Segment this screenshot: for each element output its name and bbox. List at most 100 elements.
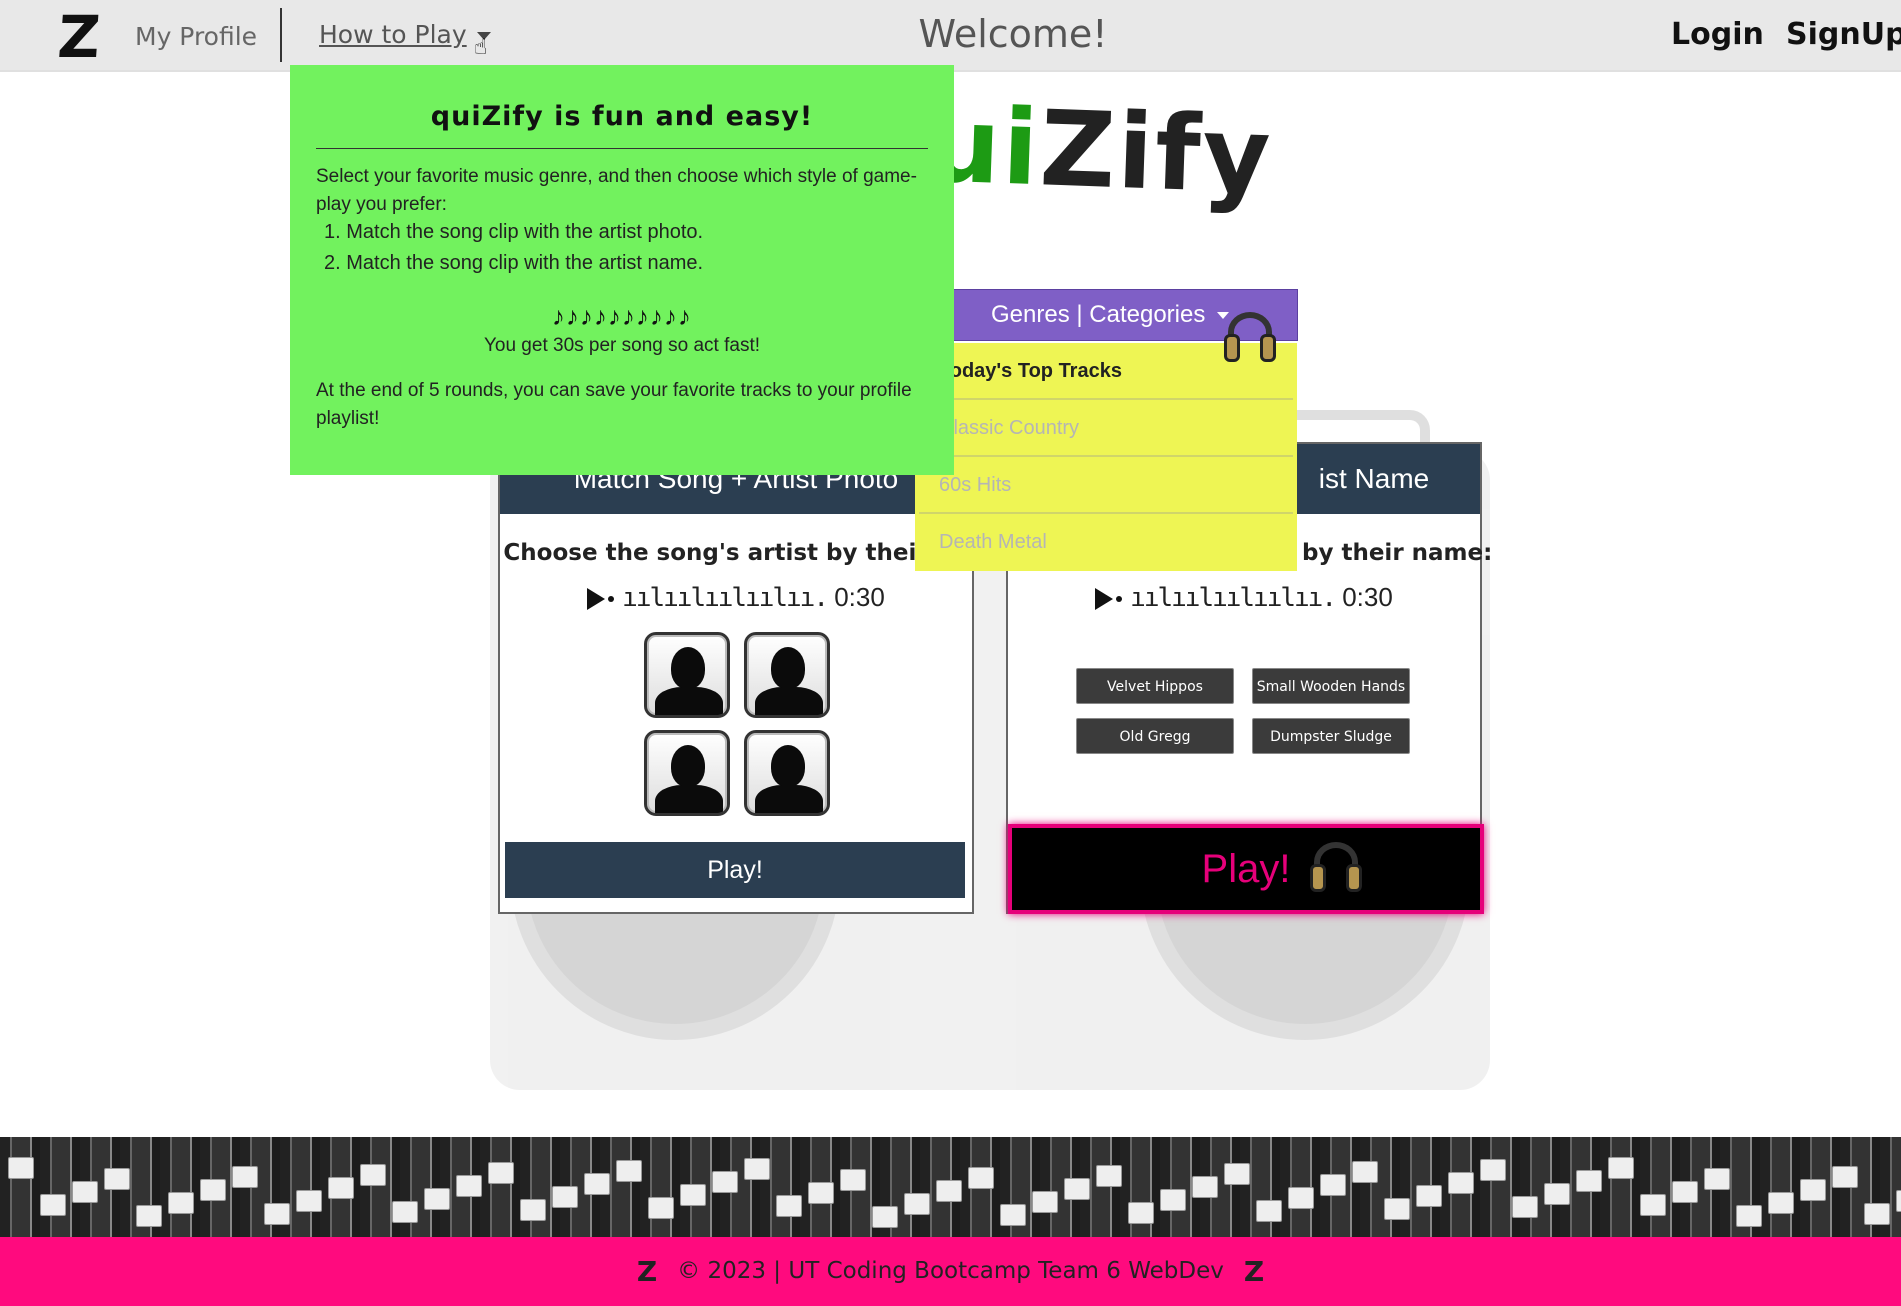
artist-name-option[interactable]: Velvet Hippos [1076,668,1234,704]
fader-knob [1672,1181,1698,1203]
fader-knob [1832,1166,1858,1188]
play-photo-game-button[interactable]: Play! [505,842,965,898]
how-to-play-divider [316,148,928,149]
silhouette-head [671,745,705,787]
fader-knob [1576,1170,1602,1192]
artist-name-option[interactable]: Old Gregg [1076,718,1234,754]
fader-knob [72,1181,98,1203]
play-name-game-button[interactable]: Play! [1008,824,1484,914]
fader-knob [1128,1202,1154,1224]
how-to-play-title: quiZify is fun and easy! [430,101,814,132]
signup-link[interactable]: SignUp [1786,17,1901,52]
fader-knob [1896,1190,1901,1212]
audio-player[interactable]: ıılıılıılıılıı. 0:30 [1008,582,1480,613]
silhouette-shoulders [755,785,823,813]
fader-knob [936,1180,962,1202]
fader-knob [1544,1183,1570,1205]
fader-knob [552,1186,578,1208]
audio-time: 0:30 [1342,582,1393,612]
fader-knob [744,1158,770,1180]
fader-knob [8,1157,34,1179]
match-photo-card: Match Song + Artist Photo Choose the son… [498,442,974,914]
fader-knob [296,1190,322,1212]
fader-knob [1288,1187,1314,1209]
fader-knob [616,1160,642,1182]
fader-knob [488,1162,514,1184]
footer-text: © 2023 | UT Coding Bootcamp Team 6 WebDe… [677,1258,1224,1284]
genre-item-death-metal[interactable]: Death Metal [919,514,1293,571]
fader-knob [776,1195,802,1217]
fader-knob [1800,1179,1826,1201]
genre-item-classic-country[interactable]: Classic Country [919,400,1293,457]
music-notes-icon: ♪♪♪♪♪♪♪♪♪♪ [552,301,692,331]
waveform: ıılıılıılıılıı. [622,583,829,613]
headphones-icon [1308,840,1364,896]
artist-photo-option[interactable] [644,730,730,816]
fader-knob [968,1167,994,1189]
headphone-cup [1260,334,1276,362]
fader-knob [680,1184,706,1206]
fader-knob [104,1168,130,1190]
fader-knob [1768,1192,1794,1214]
fader-knob [1032,1191,1058,1213]
play-name-label: Play! [1201,847,1291,891]
fader-knob [1352,1161,1378,1183]
how-to-play-step: 2. Match the song clip with the artist n… [324,252,704,274]
fader-knob [456,1175,482,1197]
play-icon[interactable] [587,588,606,611]
fader-knob [904,1193,930,1215]
fader-knob [264,1203,290,1225]
fader-knob [200,1179,226,1201]
fader-knob [1320,1174,1346,1196]
fader-knob [1224,1163,1250,1185]
fader-knob [1160,1189,1186,1211]
footer-logo-left: Z [636,1255,658,1288]
fader-knob [648,1197,674,1219]
genre-item-60s-hits[interactable]: 60s Hits [919,457,1293,514]
artist-photo-grid [644,632,844,816]
fader-knob [1704,1168,1730,1190]
fader-knob [1864,1203,1890,1225]
how-to-play-steps: 1. Match the song clip with the artist p… [324,217,703,279]
fader-knob [392,1201,418,1223]
fader-knob [424,1188,450,1210]
how-to-play-intro: Select your favorite music genre, and th… [316,166,917,215]
artist-photo-option[interactable] [744,730,830,816]
headphone-cup [1310,864,1326,892]
artist-photo-option[interactable] [744,632,830,718]
fader-knob [360,1164,386,1186]
artist-photo-option[interactable] [644,632,730,718]
welcome-text: Welcome! [918,12,1108,56]
playhead-dot [608,596,615,603]
silhouette-shoulders [655,785,723,813]
audio-player[interactable]: ıılıılıılıılıı. 0:30 [500,582,972,613]
audio-time: 0:30 [834,582,885,612]
artist-name-option[interactable]: Dumpster Sludge [1252,718,1410,754]
fader-knob [1096,1165,1122,1187]
how-to-play-panel: quiZify is fun and easy! Select your fav… [290,65,954,475]
fader-knob [1384,1198,1410,1220]
silhouette-shoulders [755,687,823,715]
artist-name-options: Velvet Hippos Small Wooden Hands Old Gre… [1076,668,1410,754]
login-link[interactable]: Login [1671,17,1764,52]
fader-knob [1480,1159,1506,1181]
fader-knob [1640,1194,1666,1216]
how-to-play-outro: At the end of 5 rounds, you can save you… [316,380,912,429]
genres-label: Genres | Categories [991,301,1206,328]
step-text: Match the song clip with the artist phot… [346,221,704,243]
headphones-icon [1222,310,1278,366]
artist-name-option[interactable]: Small Wooden Hands [1252,668,1410,704]
fader-knob [1416,1185,1442,1207]
footer: Z © 2023 | UT Coding Bootcamp Team 6 WebD… [0,1237,1901,1306]
how-to-play-step: 1. Match the song clip with the artist p… [324,221,704,243]
top-navbar: Z My Profile How to Play ☝ Welcome! Logi… [0,0,1901,72]
fader-knob [1064,1178,1090,1200]
play-icon[interactable] [1095,588,1114,611]
fader-knob [232,1166,258,1188]
footer-logo-right: Z [1243,1255,1265,1288]
fader-knob [584,1173,610,1195]
fader-knob [712,1171,738,1193]
fader-knob [328,1177,354,1199]
playhead-dot [1116,596,1123,603]
timer-note: You get 30s per song so act fast! [483,335,761,356]
